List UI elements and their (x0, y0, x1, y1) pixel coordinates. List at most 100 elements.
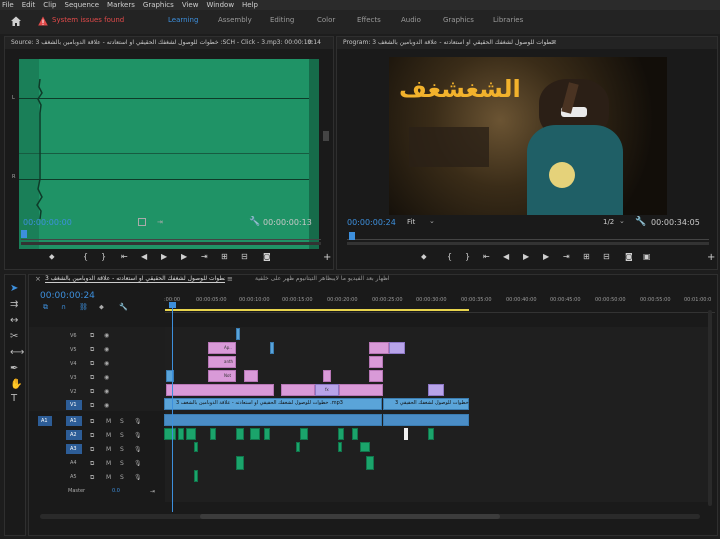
clip-v2[interactable] (166, 384, 274, 396)
mute-button[interactable]: M (106, 474, 111, 481)
hand-tool-icon[interactable]: ✋ (10, 379, 22, 390)
eye-icon[interactable]: ◉ (104, 374, 109, 381)
solo-button[interactable]: S (120, 432, 124, 439)
clip-a2[interactable] (428, 428, 434, 440)
track-a5-label[interactable]: A5 (70, 474, 77, 480)
nest-toggle-icon[interactable]: ⧉ (43, 303, 48, 312)
extract-icon[interactable]: ⊟ (603, 252, 610, 261)
settings-wrench-icon[interactable]: 🔧 (249, 217, 260, 227)
insert-icon[interactable]: ⊞ (221, 252, 228, 261)
source-zoom-bar[interactable] (21, 242, 321, 245)
solo-button[interactable]: S (120, 474, 124, 481)
eye-icon[interactable]: ◉ (104, 346, 109, 353)
clip-v4b[interactable] (369, 356, 383, 368)
comparison-view-icon[interactable]: ▣ (643, 252, 651, 261)
snap-icon[interactable]: ∩ (61, 303, 66, 311)
track-a4-label[interactable]: A4 (70, 460, 77, 466)
timeline-tab-2[interactable]: اظهار بعد الفيديو ما لايبظاهر التيتانيوم… (255, 275, 445, 282)
microphone-icon[interactable]: 🎙 (134, 446, 142, 453)
eye-icon[interactable]: ◉ (104, 360, 109, 367)
selection-tool-icon[interactable]: ➤ (10, 283, 18, 294)
program-scrubber[interactable] (347, 232, 709, 240)
timeline-timecode[interactable]: 00:00:00:24 (40, 291, 95, 301)
step-back-icon[interactable]: ◀ (503, 252, 509, 261)
clip-a4[interactable] (236, 456, 244, 470)
program-zoom-bar[interactable] (347, 242, 709, 245)
step-forward-icon[interactable]: ▶ (181, 252, 187, 261)
program-playhead[interactable] (349, 232, 355, 240)
play-icon[interactable]: ▶ (161, 252, 167, 261)
source-monitor-title[interactable]: Source: خطوات للوصول لشغفك الحقيقي او اس… (5, 37, 333, 49)
microphone-icon[interactable]: 🎙 (134, 432, 142, 439)
tab-editing[interactable]: Editing (270, 16, 294, 24)
clip-a2[interactable] (186, 428, 196, 440)
source-playhead-timecode[interactable]: 00:00:00:00 (23, 218, 72, 227)
clip-v3[interactable] (208, 370, 236, 382)
timeline-tab-active[interactable]: خطوات للوصول لشغفك الحقيقي او استعادته -… (45, 275, 225, 283)
timeline-scroll-thumb[interactable] (200, 514, 500, 519)
menu-window[interactable]: Window (206, 1, 234, 9)
program-video-frame[interactable]: الشغشغف (389, 57, 667, 215)
settings-wrench-icon[interactable]: 🔧 (635, 217, 646, 227)
razor-tool-icon[interactable]: ✂ (10, 331, 18, 342)
settings-wrench-icon[interactable]: 🔧 (119, 303, 128, 311)
menu-sequence[interactable]: Sequence (65, 1, 100, 9)
clip-a3[interactable] (360, 442, 370, 452)
tab-effects[interactable]: Effects (357, 16, 381, 24)
menu-file[interactable]: File (2, 1, 14, 9)
timeline-vertical-scrollbar[interactable] (708, 310, 712, 506)
work-area-bar[interactable] (165, 309, 469, 311)
sync-lock-icon[interactable]: ⧉ (90, 332, 94, 340)
chevron-down-icon[interactable]: ⌄ (429, 217, 435, 225)
insert-marker-icon[interactable] (138, 218, 146, 226)
track-v4-label[interactable]: V4 (70, 361, 77, 367)
playhead-handle[interactable] (169, 302, 176, 308)
timeline-playhead[interactable] (172, 302, 173, 512)
tab-libraries[interactable]: Libraries (493, 16, 523, 24)
close-icon[interactable]: × (35, 275, 41, 283)
add-marker-icon[interactable]: ⬥ (49, 252, 55, 262)
system-issues-alert[interactable]: System issues found (52, 16, 124, 24)
linked-selection-icon[interactable]: ⛓ (79, 303, 88, 311)
sync-lock-icon[interactable]: ⧉ (90, 474, 94, 482)
clip-a2[interactable] (250, 428, 260, 440)
clip-v6[interactable] (236, 328, 240, 340)
export-frame-icon[interactable]: ◙ (263, 252, 271, 261)
add-button-icon[interactable]: + (707, 252, 715, 263)
menu-clip[interactable]: Clip (43, 1, 56, 9)
track-v3-label[interactable]: V3 (70, 375, 77, 381)
tab-color[interactable]: Color (317, 16, 335, 24)
track-v1-label[interactable]: V1 (70, 402, 77, 408)
clip-a1-second[interactable] (383, 414, 469, 426)
clip-a1-main[interactable] (164, 414, 382, 426)
clip-a2[interactable] (300, 428, 308, 440)
track-v5-label[interactable]: V5 (70, 347, 77, 353)
microphone-icon[interactable]: 🎙 (134, 460, 142, 467)
track-a3-label[interactable]: A3 (70, 446, 77, 452)
step-forward-icon[interactable]: ▶ (543, 252, 549, 261)
source-playhead[interactable] (21, 230, 27, 238)
go-to-end-icon[interactable]: ⇥ (150, 488, 155, 495)
step-back-icon[interactable]: ◀ (141, 252, 147, 261)
menu-help[interactable]: Help (242, 1, 258, 9)
clip-a2[interactable] (178, 428, 184, 440)
eye-icon[interactable]: ◉ (104, 402, 109, 409)
menu-markers[interactable]: Markers (107, 1, 135, 9)
solo-button[interactable]: S (120, 418, 124, 425)
fit-dropdown-icon[interactable]: ⇥ (157, 218, 163, 226)
scroll-handle[interactable] (323, 131, 329, 141)
go-to-out-icon[interactable]: ⇥ (563, 252, 570, 261)
home-icon[interactable] (10, 15, 22, 27)
zoom-fit-select[interactable]: Fit (407, 218, 415, 226)
master-volume-value[interactable]: 0.0 (112, 488, 120, 494)
mark-in-icon[interactable]: { (83, 252, 88, 261)
mark-out-icon[interactable]: } (465, 252, 470, 261)
add-button-icon[interactable]: + (323, 252, 331, 263)
clip-a2[interactable] (236, 428, 244, 440)
track-select-tool-icon[interactable]: ⇉ (10, 299, 18, 310)
add-marker-icon[interactable]: ⬥ (99, 303, 104, 312)
clip-a2[interactable] (210, 428, 216, 440)
clip-a2-white[interactable] (404, 428, 408, 440)
type-tool-icon[interactable]: T (11, 393, 17, 404)
chevron-down-icon[interactable]: ⌄ (619, 217, 625, 225)
